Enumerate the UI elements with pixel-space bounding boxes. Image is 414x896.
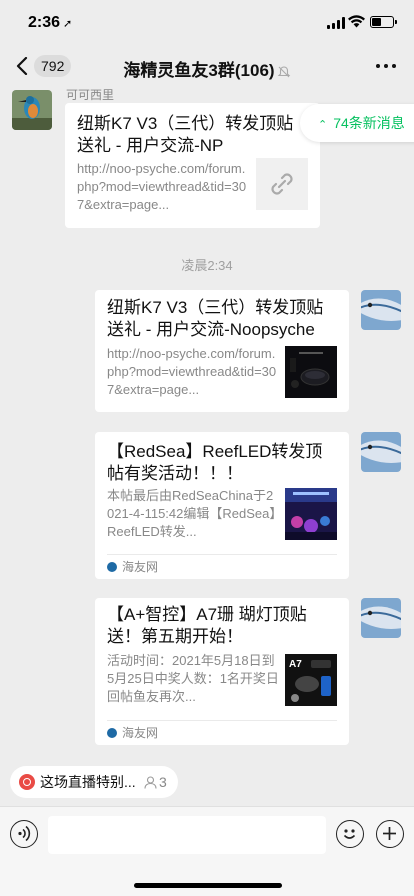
my-avatar[interactable] [361,432,401,472]
card-thumbnail: A7 [285,654,337,706]
chat-title-text: 海精灵鱼友3群(106) [123,61,275,80]
emoji-button[interactable] [336,820,364,848]
plus-button[interactable] [376,820,404,848]
live-label: 这场直播特别... [40,774,136,790]
thumbnail-label: A7 [289,659,302,670]
card-title: 【A+智控】A7珊 瑚灯顶贴送！第五期开始！ [107,605,307,646]
timestamp: 凌晨2:34 [181,258,233,273]
card-title: 纽斯K7 V3（三代）转发顶贴送礼 - 用户交流-NP [77,114,294,155]
viewer-count-value: 3 [159,774,167,790]
nav-bar: 792 海精灵鱼友3群(106) [0,44,414,88]
input-bar [0,806,414,896]
card-description: http://noo-psyche.com/forum.php?mod=view… [77,161,247,212]
status-bar: 2:36 ➚ [0,0,414,48]
card-description: 本帖最后由RedSeaChina于2021-4-115:42编辑【RedSea】… [107,488,276,539]
card-source: 海友网 [107,720,337,744]
link-card[interactable]: 【A+智控】A7珊 瑚灯顶贴送！第五期开始！ 活动时间：2021年5月18日到5… [95,598,349,745]
message-input[interactable] [48,816,326,854]
location-arrow-icon: ➚ [63,18,73,30]
new-messages-button[interactable]: ⌃ 74条新消息 [300,104,414,142]
more-icon[interactable] [376,64,396,68]
double-chevron-up-icon: ⌃ [318,119,328,131]
voice-icon [18,825,31,842]
card-description: 活动时间：2021年5月18日到5月25日中奖人数：1名开奖日回帖鱼友再次... [107,653,279,704]
my-avatar[interactable] [361,598,401,638]
person-icon [144,776,157,789]
link-icon [256,158,308,210]
link-card[interactable]: 纽斯K7 V3（三代）转发顶贴送礼 - 用户交流-NP http://noo-p… [65,103,320,228]
chat-title: 海精灵鱼友3群(106) [0,56,414,81]
status-time: 2:36 ➚ [28,14,72,32]
link-card[interactable]: 纽斯K7 V3（三代）转发顶贴送礼 - 用户交流-Noopsyche http:… [95,290,349,412]
battery-icon [370,16,397,28]
card-thumbnail [285,346,337,398]
my-avatar[interactable] [361,290,401,330]
signal-icon [327,17,345,29]
source-icon [107,562,117,572]
card-description: http://noo-psyche.com/forum.php?mod=view… [107,346,277,397]
voice-input-button[interactable] [10,820,38,848]
viewer-count: 3 [144,766,167,798]
card-thumbnail [285,488,337,540]
source-name: 海友网 [122,560,159,574]
status-time-text: 2:36 [28,14,61,31]
live-icon [19,774,35,790]
new-messages-label: 74条新消息 [333,115,405,131]
card-title: 【RedSea】ReefLED转发顶帖有奖活动！！！ [107,442,323,483]
card-title: 纽斯K7 V3（三代）转发顶贴送礼 - 用户交流-Noopsyche [107,298,324,339]
link-card[interactable]: 【RedSea】ReefLED转发顶帖有奖活动！！！ 本帖最后由RedSeaCh… [95,432,349,579]
plus-icon [383,827,396,840]
emoji-icon [343,829,356,839]
mute-icon [277,65,290,77]
sender-name: 可可西里 [66,88,115,102]
home-indicator[interactable] [134,883,282,888]
live-stream-banner[interactable]: 这场直播特别... 3 [10,766,178,798]
sender-avatar[interactable] [12,90,52,130]
source-name: 海友网 [122,726,159,740]
wifi-icon [348,15,365,28]
source-icon [107,728,117,738]
card-source: 海友网 [107,554,337,578]
